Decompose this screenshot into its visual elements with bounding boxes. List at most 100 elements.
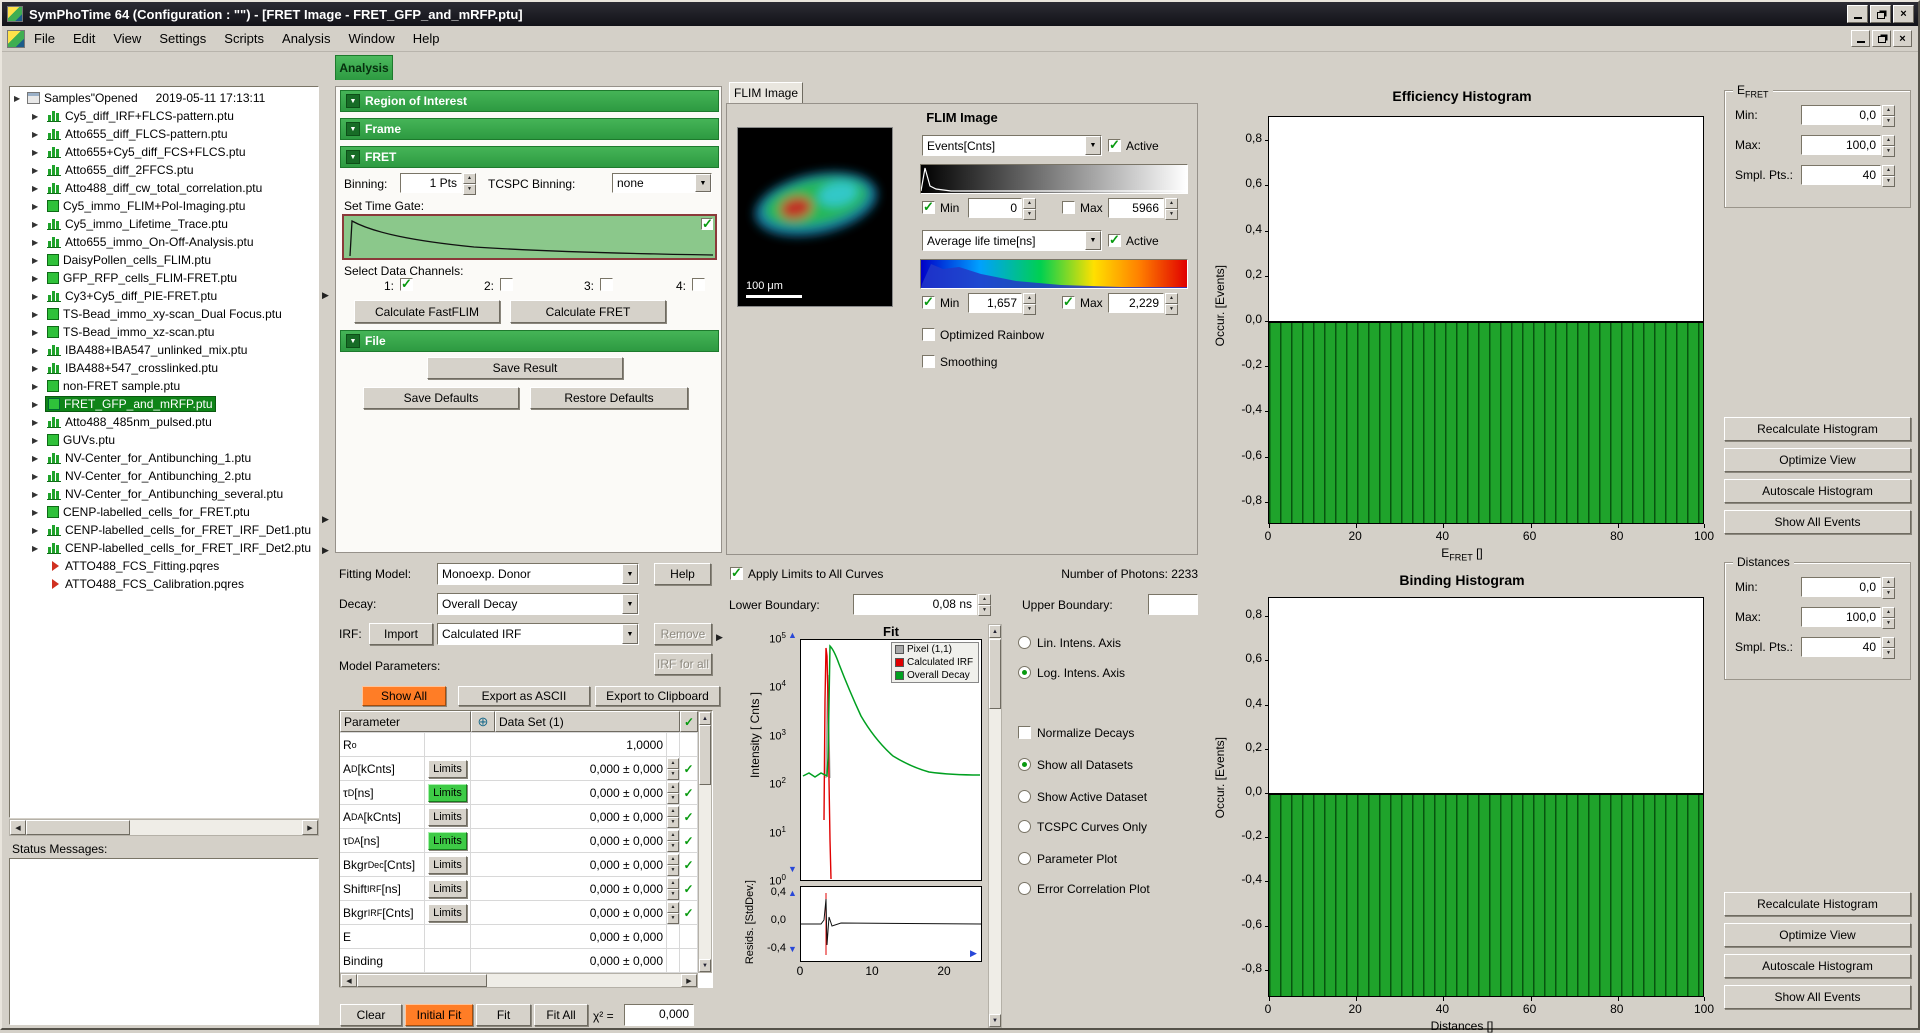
tree-item[interactable]: ▶GUVs.ptu <box>10 431 318 449</box>
chevron-down-icon[interactable]: ▼ <box>695 174 711 192</box>
binding-recalculate-histogram-button[interactable]: Recalculate Histogram <box>1724 892 1911 916</box>
clear-button[interactable]: Clear <box>340 1004 402 1026</box>
expander-icon[interactable]: ▶ <box>32 508 45 517</box>
splitter-arrow-icon[interactable]: ▶ <box>322 290 329 301</box>
param-spinner[interactable]: ▲▼ <box>667 854 679 876</box>
chevron-down-icon[interactable]: ▼ <box>622 624 638 644</box>
expander-icon[interactable]: ▶ <box>32 310 45 319</box>
tree-item[interactable]: ▶TS-Bead_immo_xy-scan_Dual Focus.ptu <box>10 305 318 323</box>
parameter-plot-radio[interactable] <box>1018 852 1031 865</box>
tree-root[interactable]: ▶Samples"Opened2019-05-11 17:13:11 <box>10 89 318 107</box>
param-value[interactable]: 0,000 ± 0,000 <box>471 949 667 972</box>
channel2-select[interactable]: Average life time[ns] ▼ <box>922 230 1102 251</box>
scroll-up-icon[interactable]: ▲ <box>699 712 711 725</box>
time-gate-graph[interactable] <box>342 214 717 260</box>
error-correlation-plot-radio[interactable] <box>1018 882 1031 895</box>
chevron-down-icon[interactable]: ▼ <box>622 594 638 614</box>
param-vscrollbar[interactable]: ▲▼ <box>698 711 712 973</box>
channel2-min-spinner[interactable]: ▲▼ <box>1023 293 1036 313</box>
menu-help[interactable]: Help <box>404 26 449 51</box>
help-button[interactable]: Help <box>654 563 711 585</box>
collapse-icon[interactable]: ▼ <box>346 334 360 348</box>
channel-2-checkbox[interactable] <box>500 278 513 291</box>
distances-max-spinner[interactable]: ▲▼ <box>1882 607 1895 627</box>
param-value[interactable]: 0,000 ± 0,000 <box>471 901 667 924</box>
channel-3-checkbox[interactable] <box>600 278 613 291</box>
tree-hscroll-thumb[interactable] <box>26 820 130 835</box>
expander-icon[interactable]: ▶ <box>32 202 45 211</box>
efficiency-optimize-view-button[interactable]: Optimize View <box>1724 448 1911 472</box>
scroll-left-icon[interactable]: ◀ <box>341 974 357 987</box>
histogram-plot-area[interactable] <box>1268 597 1704 997</box>
param-value[interactable]: 0,000 ± 0,000 <box>471 877 667 900</box>
export-clipboard-button[interactable]: Export to Clipboard <box>595 686 720 706</box>
scroll-up-icon[interactable]: ▲ <box>989 625 1001 638</box>
scroll-down-icon[interactable]: ▼ <box>699 959 711 972</box>
tree-item[interactable]: ATTO488_FCS_Fitting.pqres <box>10 557 318 575</box>
channel2-max-spinner[interactable]: ▲▼ <box>1165 293 1178 313</box>
tree-item[interactable]: ▶CENP-labelled_cells_for_FRET_IRF_Det1.p… <box>10 521 318 539</box>
menu-scripts[interactable]: Scripts <box>215 26 273 51</box>
efret-min-spinner[interactable]: ▲▼ <box>1882 105 1895 125</box>
tree-item[interactable]: ▶Atto488_485nm_pulsed.ptu <box>10 413 318 431</box>
tab-flim-image[interactable]: FLIM Image <box>729 82 803 104</box>
expander-icon[interactable]: ▶ <box>32 328 45 337</box>
irf-for-all-button[interactable]: IRF for all <box>654 653 712 675</box>
channel2-max-checkbox[interactable] <box>1062 296 1075 309</box>
expander-icon[interactable]: ▶ <box>32 490 45 499</box>
param-spinner[interactable]: ▲▼ <box>667 902 679 924</box>
distances-min-spinner[interactable]: ▲▼ <box>1882 577 1895 597</box>
param-spinner[interactable]: ▲▼ <box>667 878 679 900</box>
log-intens-axis-radio[interactable] <box>1018 666 1031 679</box>
calculate-fret-button[interactable]: Calculate FRET <box>510 300 666 323</box>
efficiency-autoscale-histogram-button[interactable]: Autoscale Histogram <box>1724 479 1911 503</box>
param-spinner[interactable]: ▲▼ <box>667 782 679 804</box>
channel-4-checkbox[interactable] <box>692 278 705 291</box>
show-all-datasets-radio[interactable] <box>1018 758 1031 771</box>
channel1-select[interactable]: Events[Cnts] ▼ <box>922 135 1102 156</box>
channel2-active-checkbox[interactable] <box>1108 234 1121 247</box>
smoothing-checkbox[interactable] <box>922 355 935 368</box>
channel1-min-checkbox[interactable] <box>922 201 935 214</box>
expander-icon[interactable]: ▶ <box>32 256 45 265</box>
remove-irf-button[interactable]: Remove <box>654 623 712 645</box>
expander-icon[interactable]: ▶ <box>32 418 45 427</box>
scroll-left-icon[interactable]: ◀ <box>10 820 26 835</box>
expander-icon[interactable]: ▶ <box>32 292 45 301</box>
splitter-arrow-icon[interactable]: ▶ <box>716 632 723 643</box>
menu-file[interactable]: File <box>25 26 64 51</box>
fit-button[interactable]: Fit <box>476 1004 531 1026</box>
channel1-min-input[interactable]: 0 <box>968 198 1022 218</box>
axis-adjuster-icon[interactable]: ▲ <box>788 630 797 640</box>
tree-item[interactable]: ▶TS-Bead_immo_xz-scan.ptu <box>10 323 318 341</box>
channel2-min-input[interactable]: 1,657 <box>968 293 1022 313</box>
channel1-max-spinner[interactable]: ▲▼ <box>1165 198 1178 218</box>
minimize-button[interactable] <box>1847 5 1868 23</box>
tree-item[interactable]: ▶Atto655+Cy5_diff_FCS+FLCS.ptu <box>10 143 318 161</box>
show-all-button[interactable]: Show All <box>362 686 446 706</box>
axis-adjuster-icon[interactable]: ▲ <box>788 888 797 898</box>
limits-button[interactable]: Limits <box>428 856 467 874</box>
expander-icon[interactable]: ▶ <box>32 382 45 391</box>
tree-item[interactable]: ▶NV-Center_for_Antibunching_2.ptu <box>10 467 318 485</box>
binning-spinner[interactable]: ▲▼ <box>463 173 476 193</box>
menu-view[interactable]: View <box>104 26 150 51</box>
channel1-active-checkbox[interactable] <box>1108 139 1121 152</box>
import-irf-button[interactable]: Import <box>369 623 433 645</box>
expander-icon[interactable]: ▶ <box>32 544 45 553</box>
distances-max-input[interactable]: 100,0 <box>1801 607 1881 627</box>
menu-window[interactable]: Window <box>339 26 403 51</box>
binning-input[interactable]: 1 Pts <box>400 173 462 193</box>
splitter-arrow-icon[interactable]: ▶ <box>322 545 329 556</box>
param-value[interactable]: 0,000 ± 0,000 <box>471 829 667 852</box>
section-file[interactable]: ▼File <box>340 330 719 352</box>
fitting-model-select[interactable]: Monoexp. Donor ▼ <box>437 563 639 585</box>
tree-item[interactable]: ▶Cy5_immo_FLIM+Pol-Imaging.ptu <box>10 197 318 215</box>
fit-all-button[interactable]: Fit All <box>534 1004 588 1026</box>
channel-1-checkbox[interactable] <box>400 278 413 291</box>
param-value[interactable]: 0,000 ± 0,000 <box>471 781 667 804</box>
initial-fit-button[interactable]: Initial Fit <box>405 1004 473 1026</box>
expander-icon[interactable]: ▶ <box>32 526 45 535</box>
axis-adjuster-icon[interactable]: ▶ <box>970 948 977 959</box>
expander-icon[interactable]: ▶ <box>32 436 45 445</box>
